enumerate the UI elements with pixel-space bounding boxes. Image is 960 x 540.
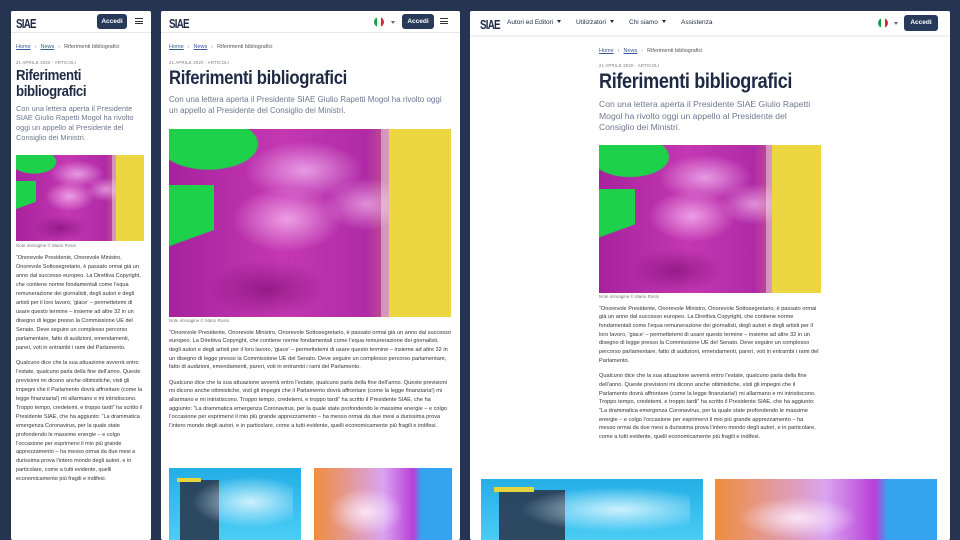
image-caption: Note immagine © Mario Rossi [169,317,229,323]
article-subtitle: Con una lettera aperta il Presidente SIA… [599,99,811,133]
related-article-image[interactable] [481,479,703,540]
italian-flag-icon[interactable] [878,18,888,28]
chevron-right-icon: › [211,44,214,50]
nav-item-label: Chi siamo [629,19,658,26]
article-paragraph: “Onorevole Presidente, Onorevole Ministr… [169,329,452,371]
breadcrumb-news-link[interactable]: News [41,44,55,50]
site-header: SIAE Accedi [11,11,151,33]
nav-item-utilizzatori[interactable]: Utilizzatori [576,19,614,26]
article-body: “Onorevole Presidente, Onorevole Ministr… [169,329,451,431]
siae-logo[interactable]: SIAE [16,16,37,31]
chevron-down-icon [609,20,614,23]
breadcrumb: Home › News › Riferimenti bibliografici [16,44,148,50]
article: Home › News › Riferimenti bibliografici 21 A… [599,48,825,449]
article-body: “Onorevole Presidente, Onorevole Ministr… [16,254,144,484]
breadcrumb-home-link[interactable]: Home [16,44,31,50]
menu-icon[interactable] [440,18,448,24]
chevron-down-icon[interactable] [894,22,898,25]
menu-icon[interactable] [135,18,143,24]
italian-flag-icon[interactable] [374,17,384,27]
article-meta: 21 APRILE 2020 · ARTICOLI [169,60,230,65]
page-title: Riferimenti bibliografici [169,68,347,89]
login-button[interactable]: Accedi [97,14,127,29]
nav-item-autori-ed-editori[interactable]: Autori ed Editori [507,19,562,26]
related-article-image[interactable] [715,479,937,540]
breadcrumb-home-link[interactable]: Home [169,44,184,50]
image-caption: Note immagine © Mario Rossi [16,243,76,249]
article-meta: 21 APRILE 2020 · ARTICOLI [16,60,77,65]
page-title: Riferimenti bibliografici [599,70,793,93]
hero-image [599,144,821,293]
nav-item-label: Autori ed Editori [507,19,554,26]
article: Home › News › Riferimenti bibliografici 21 A… [16,44,148,491]
mobile-narrow-view: SIAE Accedi Home › News › Riferimenti biblio… [11,11,151,540]
article-subtitle: Con una lettera aperta il Presidente SIA… [16,103,134,143]
chevron-right-icon: › [617,48,620,54]
article: Home › News › Riferimenti bibliografici 21 A… [169,44,454,438]
article-paragraph: Qualcuno dice che la sua attuazione avve… [599,373,816,441]
article-meta: 21 APRILE 2020 · ARTICOLI [599,63,660,68]
nav-item-label: Assistenza [681,19,713,26]
login-button[interactable]: Accedi [402,14,434,29]
chevron-right-icon: › [641,48,644,54]
siae-logo[interactable]: SIAE [480,17,501,32]
article-subtitle: Con una lettera aperta il Presidente SIA… [169,94,442,115]
breadcrumb-current: Riferimenti bibliografici [647,48,703,54]
desktop-view: SIAE Autori ed Editori Utilizzatori Chi … [470,11,950,540]
tablet-view: SIAE Accedi Home › News › Riferimenti biblio… [161,11,460,540]
breadcrumb-current: Riferimenti bibliografici [64,44,120,50]
chevron-right-icon: › [187,44,190,50]
chevron-down-icon [661,20,666,23]
page-title: Riferimenti bibliografici [16,67,87,100]
article-paragraph: “Onorevole Presidente, Onorevole Ministr… [599,305,819,364]
breadcrumb-news-link[interactable]: News [194,44,208,50]
image-caption: Note immagine © Mario Rossi [599,293,659,299]
article-paragraph: “Onorevole Presidente, Onorevole Ministr… [16,255,141,351]
site-header: SIAE Autori ed Editori Utilizzatori Chi … [470,11,950,35]
article-paragraph: Qualcuno dice che la sua attuazione avve… [16,360,143,483]
article-body: “Onorevole Presidente, Onorevole Ministr… [599,305,821,442]
breadcrumb-current: Riferimenti bibliografici [217,44,273,50]
nav-item-chi-siamo[interactable]: Chi siamo [629,19,666,26]
breadcrumb: Home › News › Riferimenti bibliografici [599,48,825,54]
siae-logo[interactable]: SIAE [169,16,190,31]
breadcrumb-home-link[interactable]: Home [599,48,614,54]
login-button[interactable]: Accedi [904,15,938,31]
hero-image [169,128,451,317]
article-paragraph: Qualcuno dice che la sua attuazione avve… [169,379,447,430]
breadcrumb-news-link[interactable]: News [624,48,638,54]
site-header: SIAE Accedi [161,11,460,33]
nav-item-label: Utilizzatori [576,19,606,26]
related-article-image[interactable] [314,468,452,540]
chevron-down-icon [557,20,562,23]
chevron-right-icon: › [34,44,37,50]
nav-item-assistenza[interactable]: Assistenza [681,19,712,26]
hero-image [16,155,144,242]
chevron-down-icon[interactable] [391,21,395,24]
breadcrumb: Home › News › Riferimenti bibliografici [169,44,454,50]
chevron-right-icon: › [58,44,61,50]
related-article-image[interactable] [169,468,301,540]
